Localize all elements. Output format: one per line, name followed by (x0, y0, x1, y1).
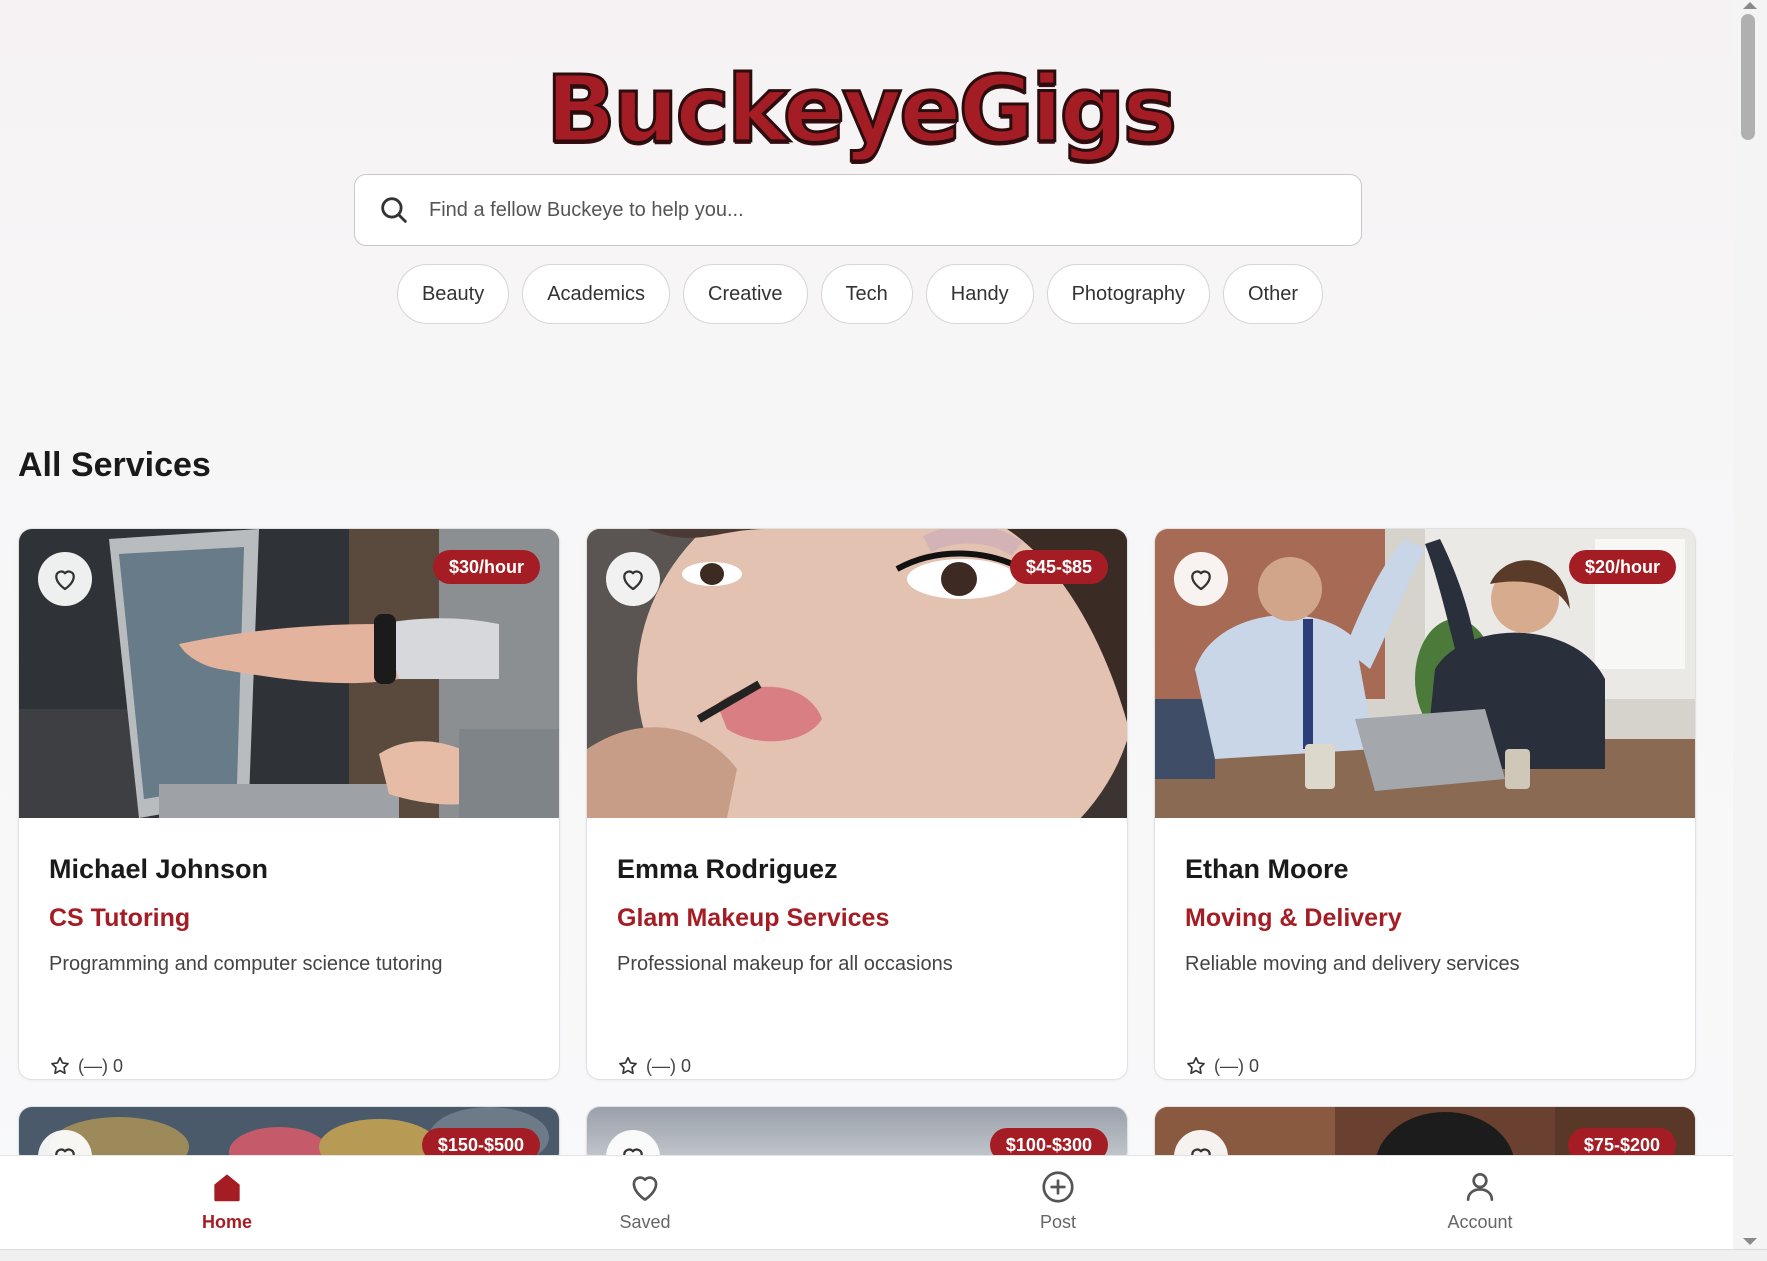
home-icon (214, 1174, 240, 1202)
scroll-up-arrow-icon[interactable] (1743, 2, 1757, 9)
search-bar[interactable] (354, 174, 1362, 246)
star-icon (1187, 1056, 1205, 1075)
chip-academics[interactable]: Academics (522, 264, 671, 324)
provider-name: Michael Johnson (49, 854, 269, 884)
chip-handy[interactable]: Handy (925, 264, 1034, 324)
star-icon (619, 1056, 637, 1075)
nav-account[interactable]: Account (1410, 1168, 1550, 1233)
section-title: All Services (18, 446, 211, 484)
heart-icon (623, 570, 643, 591)
price-badge: $30/hour (432, 550, 540, 584)
rating: (—) 0 (1185, 1055, 1259, 1077)
service-title[interactable]: CS Tutoring (49, 904, 529, 933)
nav-label: Account (1447, 1212, 1513, 1232)
provider-name: Ethan Moore (1185, 854, 1349, 884)
service-card[interactable]: $45-$85 Emma Rodriguez Glam Makeup Servi… (586, 528, 1128, 1080)
star-icon (51, 1056, 69, 1075)
chip-photography[interactable]: Photography (1046, 264, 1210, 324)
page-viewport: BuckeyeGigs Beauty Academics Creative Te… (0, 0, 1733, 1249)
search-icon (381, 197, 407, 223)
favorite-button[interactable] (606, 552, 660, 606)
nav-home[interactable]: Home (157, 1168, 297, 1233)
window-bottom-edge (0, 1249, 1767, 1261)
person-icon (1466, 1172, 1494, 1202)
favorite-button[interactable] (38, 552, 92, 606)
plus-circle-icon (1042, 1171, 1074, 1203)
brand-logo[interactable]: BuckeyeGigs (0, 55, 1720, 165)
heart-icon (632, 1176, 658, 1202)
search-input[interactable] (429, 198, 1309, 222)
vertical-scrollbar[interactable] (1733, 0, 1767, 1249)
provider-name: Emma Rodriguez (617, 854, 838, 884)
heart-icon (55, 570, 75, 591)
nav-post[interactable]: Post (988, 1168, 1128, 1233)
price-badge: $45-$85 (1009, 550, 1108, 584)
price-badge: $20/hour (1568, 550, 1676, 584)
chip-tech[interactable]: Tech (820, 264, 913, 324)
category-chips: Beauty Academics Creative Tech Handy Pho… (0, 264, 1720, 324)
rating: (—) 0 (617, 1055, 691, 1077)
rating-value: (—) 0 (1214, 1055, 1259, 1076)
service-title[interactable]: Glam Makeup Services (617, 904, 1097, 933)
nav-label: Home (201, 1212, 252, 1232)
scroll-down-arrow-icon[interactable] (1743, 1238, 1757, 1245)
heart-icon (1191, 570, 1211, 591)
service-card[interactable]: $30/hour Michael Johnson CS Tutoring Pro… (18, 528, 560, 1080)
chip-other[interactable]: Other (1223, 264, 1324, 324)
nav-label: Saved (619, 1212, 671, 1232)
nav-saved[interactable]: Saved (575, 1168, 715, 1233)
chip-beauty[interactable]: Beauty (396, 264, 510, 324)
rating-value: (—) 0 (646, 1055, 691, 1076)
service-card[interactable]: $20/hour Ethan Moore Moving & Delivery R… (1154, 528, 1696, 1080)
favorite-button[interactable] (1174, 552, 1228, 606)
service-description: Professional makeup for all occasions (617, 953, 953, 975)
bottom-nav: Home Saved Post Account (0, 1155, 1733, 1249)
rating-value: (—) 0 (78, 1055, 123, 1076)
service-title[interactable]: Moving & Delivery (1185, 904, 1665, 933)
service-description: Reliable moving and delivery services (1185, 953, 1520, 975)
scrollbar-thumb[interactable] (1741, 14, 1755, 140)
chip-creative[interactable]: Creative (683, 264, 808, 324)
rating: (—) 0 (49, 1055, 123, 1077)
nav-label: Post (1039, 1212, 1077, 1232)
service-description: Programming and computer science tutorin… (49, 953, 443, 975)
